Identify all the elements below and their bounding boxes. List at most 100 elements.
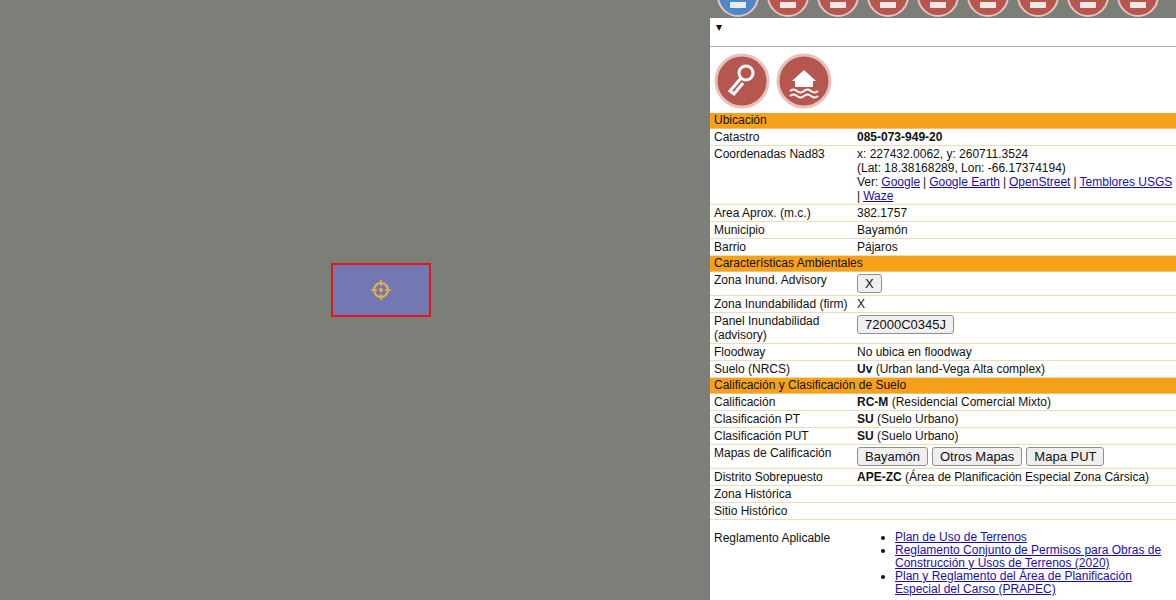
- panel-button[interactable]: X: [857, 274, 882, 293]
- row-label: Sitio Histórico: [710, 503, 857, 519]
- info-row: Area Aprox. (m.c.)382.1757: [710, 205, 1176, 222]
- info-row: Distrito SobrepuestoAPE-ZC (Área de Plan…: [710, 469, 1176, 486]
- row-value: X: [857, 272, 1176, 295]
- tool-icon[interactable]: [716, 0, 760, 18]
- value-code: 085-073-949-20: [857, 130, 942, 144]
- map-link[interactable]: Google Earth: [929, 175, 1000, 189]
- value-code: SU: [857, 412, 874, 426]
- info-row: Sitio Histórico: [710, 503, 1176, 520]
- row-value: Bayamón: [857, 222, 1176, 238]
- row-value: [857, 503, 1176, 519]
- row-label: Floodway: [710, 344, 857, 360]
- regulation-link[interactable]: Reglamento Conjunto de Permisos para Obr…: [895, 543, 1161, 570]
- panel-body: ▾ UbicaciónCatastro085-073-949-20Coordena…: [710, 18, 1176, 600]
- info-row: MunicipioBayamón: [710, 222, 1176, 239]
- map-link[interactable]: Waze: [863, 189, 893, 203]
- collapse-toggle[interactable]: ▾: [716, 20, 722, 34]
- link-separator: |: [1003, 175, 1006, 189]
- info-row: Reglamento AplicablePlan de Uso de Terre…: [710, 520, 1176, 597]
- row-label: Clasificación PT: [710, 411, 857, 427]
- row-label: Panel Inundabilidad (advisory): [710, 313, 857, 343]
- links-prefix: Ver:: [857, 175, 878, 189]
- row-label: Zona Histórica: [710, 486, 857, 502]
- info-row: Coordenadas Nad83x: 227432.0062, y: 2607…: [710, 146, 1176, 205]
- tool-icon[interactable]: [966, 0, 1010, 18]
- tool-icon[interactable]: [916, 0, 960, 18]
- menu-bar: ▾: [710, 18, 1176, 47]
- map-link[interactable]: Google: [881, 175, 920, 189]
- info-section: UbicaciónCatastro085-073-949-20Coordenad…: [710, 113, 1176, 256]
- link-separator: |: [923, 175, 926, 189]
- row-value: 72000C0345J: [857, 313, 1176, 343]
- value-code: RC-M: [857, 395, 888, 409]
- tool-icon[interactable]: [816, 0, 860, 18]
- row-value: SU (Suelo Urbano): [857, 411, 1176, 427]
- info-row: Zona Histórica: [710, 486, 1176, 503]
- row-label: Calificación: [710, 394, 857, 410]
- row-label: Distrito Sobrepuesto: [710, 469, 857, 485]
- info-row: Zona Inund. AdvisoryX: [710, 272, 1176, 296]
- row-label: Municipio: [710, 222, 857, 238]
- tool-icon[interactable]: [1066, 0, 1110, 18]
- parcel-selection[interactable]: [331, 263, 431, 317]
- map-links: Ver:Google|Google Earth|OpenStreet|Tembl…: [857, 175, 1174, 203]
- info-row: Catastro085-073-949-20: [710, 129, 1176, 146]
- link-separator: |: [1073, 175, 1076, 189]
- regulation-link[interactable]: Plan y Reglamento del Área de Planificac…: [895, 569, 1132, 596]
- tool-icon[interactable]: [766, 0, 810, 18]
- info-section: Características AmbientalesZona Inund. A…: [710, 256, 1176, 378]
- panel-button[interactable]: Bayamón: [857, 447, 928, 466]
- info-row: Suelo (NRCS)Uv (Urban land-Vega Alta com…: [710, 361, 1176, 378]
- row-value: APE-ZC (Área de Planificación Especial Z…: [857, 469, 1176, 485]
- tool-icon[interactable]: [866, 0, 910, 18]
- info-panel: ▾ UbicaciónCatastro085-073-949-20Coordena…: [710, 0, 1176, 600]
- panel-button[interactable]: 72000C0345J: [857, 315, 954, 334]
- row-value: Pájaros: [857, 239, 1176, 255]
- panel-button[interactable]: Mapa PUT: [1026, 447, 1104, 466]
- row-value: x: 227432.0062, y: 260711.3524(Lat: 18.3…: [857, 146, 1176, 204]
- row-value: RC-M (Residencial Comercial Mixto): [857, 394, 1176, 410]
- row-value: X: [857, 296, 1176, 312]
- panel-button[interactable]: Otros Mapas: [932, 447, 1022, 466]
- row-label: Barrio: [710, 239, 857, 255]
- section-header: Calificación y Clasificación de Suelo: [710, 378, 1176, 394]
- map-viewer: ▾ UbicaciónCatastro085-073-949-20Coordena…: [0, 0, 1176, 600]
- value-code: Uv: [857, 362, 872, 376]
- action-icons: [710, 47, 1176, 113]
- row-label: Suelo (NRCS): [710, 361, 857, 377]
- info-row: Clasificación PTSU (Suelo Urbano): [710, 411, 1176, 428]
- row-label: Mapas de Calificación: [710, 445, 857, 468]
- link-hand-icon[interactable]: [714, 53, 770, 109]
- map-link[interactable]: OpenStreet: [1009, 175, 1070, 189]
- info-row: Mapas de CalificaciónBayamónOtros MapasM…: [710, 445, 1176, 469]
- row-value: 085-073-949-20: [857, 129, 1176, 145]
- value-code: SU: [857, 429, 874, 443]
- button-group: X: [857, 274, 1176, 293]
- regulation-list: Plan de Uso de TerrenosReglamento Conjun…: [857, 531, 1174, 596]
- row-label: Reglamento Aplicable: [710, 530, 857, 597]
- regulation-link[interactable]: Plan de Uso de Terrenos: [895, 530, 1027, 544]
- button-group: BayamónOtros MapasMapa PUT: [857, 447, 1176, 466]
- section-header: Características Ambientales: [710, 256, 1176, 272]
- row-label: Zona Inund. Advisory: [710, 272, 857, 295]
- info-row: Zona Inundabilidad (firm)X: [710, 296, 1176, 313]
- info-row: FloodwayNo ubica en floodway: [710, 344, 1176, 361]
- info-section: Calificación y Clasificación de SueloCal…: [710, 378, 1176, 597]
- section-header: Ubicación: [710, 113, 1176, 129]
- flood-house-icon[interactable]: [776, 53, 832, 109]
- regulation-item: Plan de Uso de Terrenos: [895, 531, 1174, 544]
- row-label: Zona Inundabilidad (firm): [710, 296, 857, 312]
- info-row: Panel Inundabilidad (advisory)72000C0345…: [710, 313, 1176, 344]
- tool-icon[interactable]: [1016, 0, 1060, 18]
- map-link[interactable]: Temblores USGS: [1080, 175, 1173, 189]
- toolbar: [710, 0, 1176, 18]
- row-value: Uv (Urban land-Vega Alta complex): [857, 361, 1176, 377]
- regulation-item: Plan y Reglamento del Área de Planificac…: [895, 570, 1174, 596]
- tool-icon[interactable]: [1116, 0, 1160, 18]
- row-value: SU (Suelo Urbano): [857, 428, 1176, 444]
- link-separator: |: [857, 189, 860, 203]
- row-label: Coordenadas Nad83: [710, 146, 857, 204]
- info-row: CalificaciónRC-M (Residencial Comercial …: [710, 394, 1176, 411]
- coord-line: x: 227432.0062, y: 260711.3524: [857, 147, 1174, 161]
- target-icon: [371, 280, 391, 300]
